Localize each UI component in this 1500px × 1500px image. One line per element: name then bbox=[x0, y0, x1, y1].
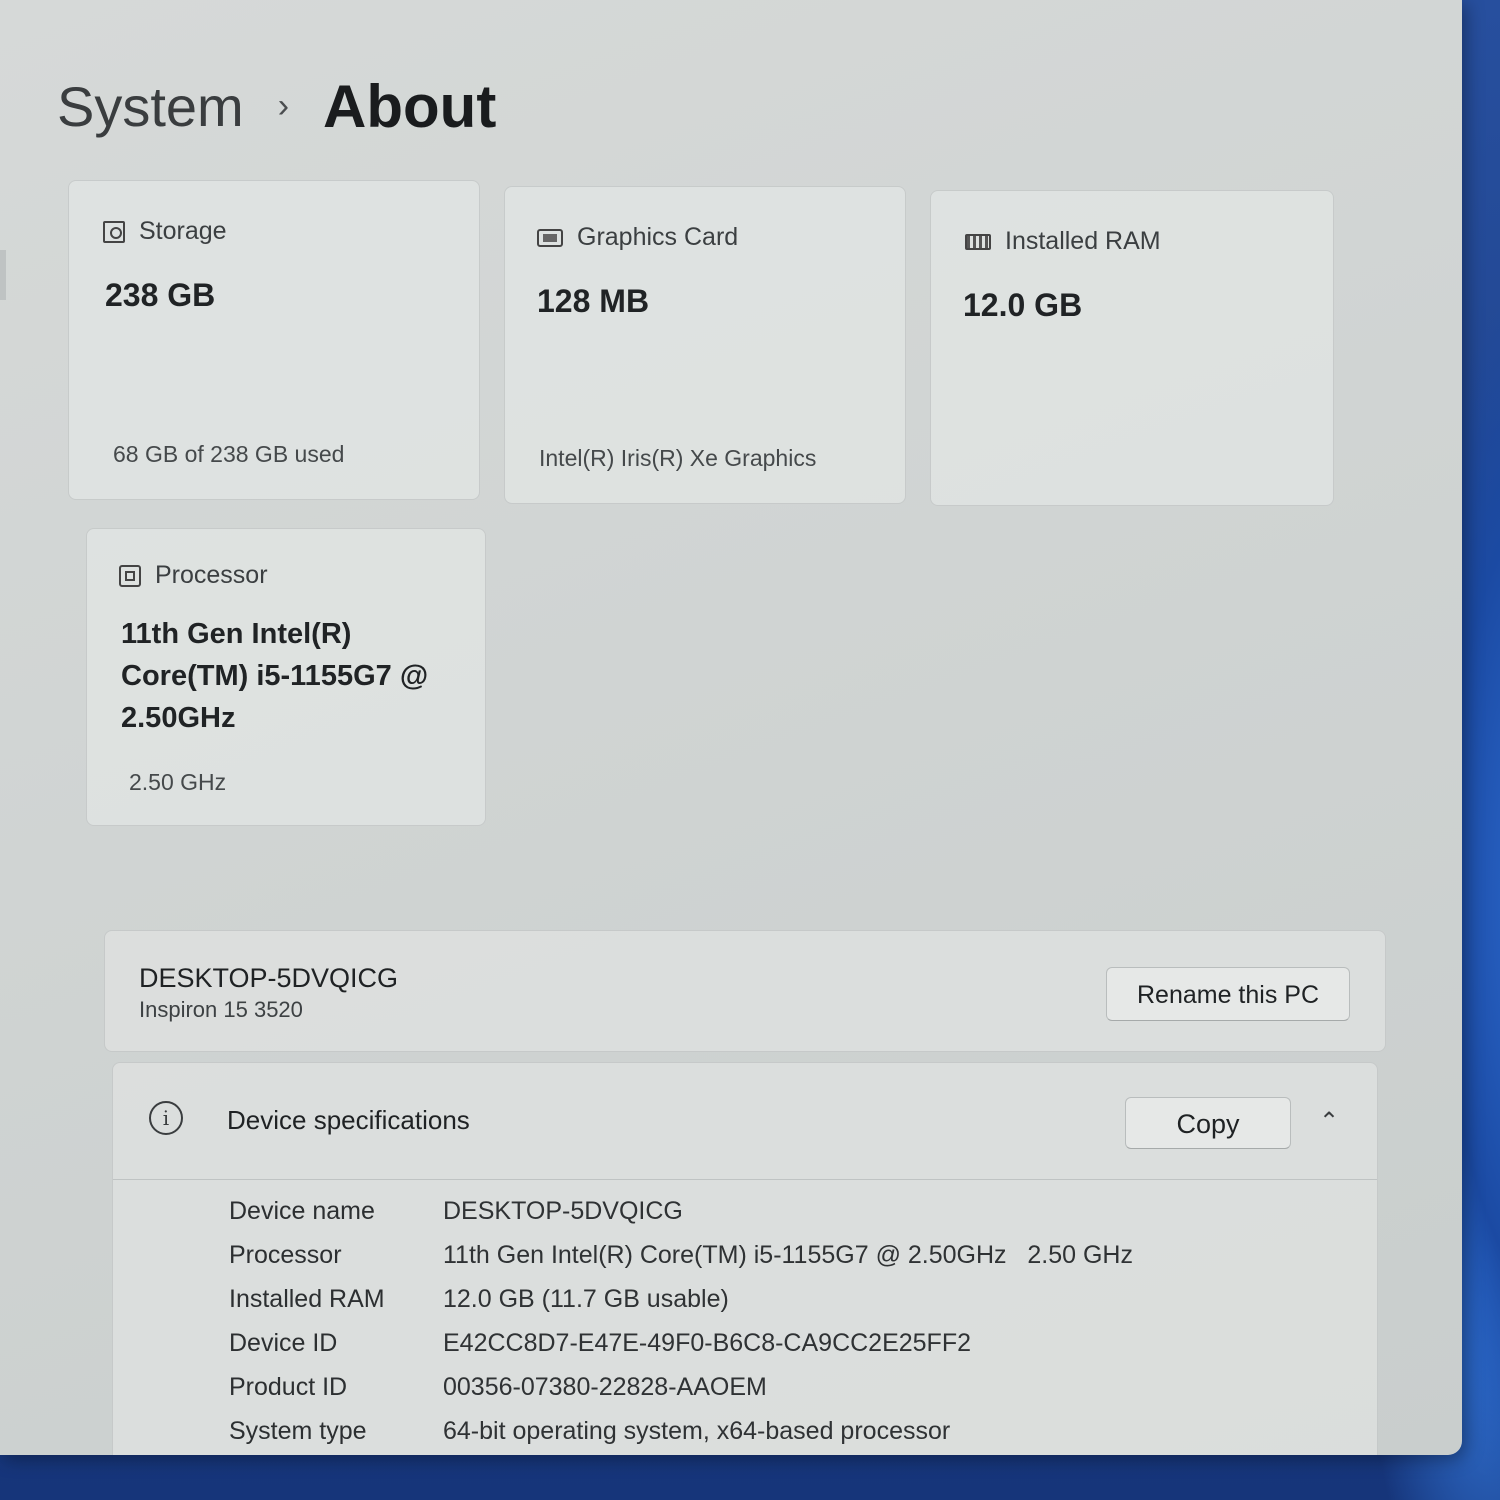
spec-label: Device ID bbox=[229, 1328, 338, 1357]
spec-label: Device name bbox=[229, 1196, 375, 1225]
spec-row-installed-ram: Installed RAM 12.0 GB (11.7 GB usable) bbox=[229, 1277, 1133, 1321]
page-title: About bbox=[323, 73, 497, 140]
breadcrumb-system-link[interactable]: System bbox=[57, 74, 244, 139]
breadcrumb-separator-icon: › bbox=[277, 87, 290, 125]
installed-ram-card[interactable]: Installed RAM 12.0 GB bbox=[930, 190, 1334, 506]
spec-label: Product ID bbox=[229, 1372, 348, 1401]
processor-card[interactable]: Processor 11th Gen Intel(R) Core(TM) i5-… bbox=[86, 528, 486, 826]
breadcrumb: System › About bbox=[57, 72, 496, 141]
spec-rows: Device name DESKTOP-5DVQICG Processor 11… bbox=[229, 1189, 1133, 1453]
spec-value: 00356-07380-22828-AAOEM bbox=[443, 1372, 767, 1401]
device-specifications-header[interactable]: i Device specifications Copy ⌃ bbox=[113, 1063, 1377, 1180]
spec-row-device-name: Device name DESKTOP-5DVQICG bbox=[229, 1189, 1133, 1233]
processor-card-header: Processor bbox=[119, 561, 268, 590]
graphics-card-value: 128 MB bbox=[537, 283, 650, 319]
copy-button[interactable]: Copy bbox=[1125, 1097, 1291, 1149]
storage-card-title: Storage bbox=[139, 217, 227, 245]
device-specifications-title: Device specifications bbox=[227, 1105, 470, 1135]
spec-value: 64-bit operating system, x64-based proce… bbox=[443, 1416, 951, 1445]
rename-pc-button[interactable]: Rename this PC bbox=[1106, 967, 1350, 1021]
processor-card-title: Processor bbox=[155, 561, 268, 589]
spec-label: System type bbox=[229, 1416, 367, 1445]
graphics-card-card[interactable]: Graphics Card 128 MB Intel(R) Iris(R) Xe… bbox=[504, 186, 906, 504]
storage-card-usage: 68 GB of 238 GB used bbox=[113, 441, 345, 467]
processor-icon bbox=[119, 564, 141, 587]
storage-card-value: 238 GB bbox=[105, 277, 216, 313]
graphics-card-title: Graphics Card bbox=[577, 223, 739, 251]
spec-value: DESKTOP-5DVQICG bbox=[443, 1196, 683, 1225]
pc-model: Inspiron 15 3520 bbox=[139, 997, 303, 1022]
graphics-card-model: Intel(R) Iris(R) Xe Graphics bbox=[539, 445, 817, 471]
pc-name-bar: DESKTOP-5DVQICG Inspiron 15 3520 Rename … bbox=[104, 930, 1386, 1052]
storage-card-header: Storage bbox=[103, 217, 227, 246]
spec-value: 11th Gen Intel(R) Core(TM) i5-1155G7 @ 2… bbox=[443, 1240, 1133, 1269]
installed-ram-title: Installed RAM bbox=[1005, 227, 1161, 255]
spec-value: 12.0 GB (11.7 GB usable) bbox=[443, 1284, 729, 1313]
info-icon: i bbox=[149, 1101, 183, 1135]
spec-row-system-type: System type 64-bit operating system, x64… bbox=[229, 1409, 1133, 1453]
storage-icon bbox=[103, 220, 125, 243]
spec-label: Processor bbox=[229, 1240, 342, 1269]
nav-edge bbox=[0, 250, 6, 300]
storage-card[interactable]: Storage 238 GB 68 GB of 238 GB used bbox=[68, 180, 480, 500]
graphics-card-icon bbox=[537, 228, 563, 247]
spec-label: Installed RAM bbox=[229, 1284, 385, 1313]
spec-row-product-id: Product ID 00356-07380-22828-AAOEM bbox=[229, 1365, 1133, 1409]
pc-name: DESKTOP-5DVQICG bbox=[139, 963, 399, 993]
chevron-up-icon[interactable]: ⌃ bbox=[1319, 1107, 1339, 1136]
installed-ram-header: Installed RAM bbox=[965, 227, 1161, 256]
device-specifications-panel: i Device specifications Copy ⌃ Device na… bbox=[112, 1062, 1378, 1455]
ram-icon bbox=[965, 233, 991, 250]
processor-card-value: 11th Gen Intel(R) Core(TM) i5-1155G7 @ 2… bbox=[121, 618, 429, 734]
spec-value: E42CC8D7-E47E-49F0-B6C8-CA9CC2E25FF2 bbox=[443, 1328, 972, 1357]
spec-row-processor: Processor 11th Gen Intel(R) Core(TM) i5-… bbox=[229, 1233, 1133, 1277]
graphics-card-header: Graphics Card bbox=[537, 223, 738, 252]
settings-window: System › About Storage 238 GB 68 GB of 2… bbox=[0, 0, 1462, 1455]
spec-row-device-id: Device ID E42CC8D7-E47E-49F0-B6C8-CA9CC2… bbox=[229, 1321, 1133, 1365]
processor-card-speed: 2.50 GHz bbox=[129, 769, 227, 795]
installed-ram-value: 12.0 GB bbox=[963, 287, 1083, 323]
